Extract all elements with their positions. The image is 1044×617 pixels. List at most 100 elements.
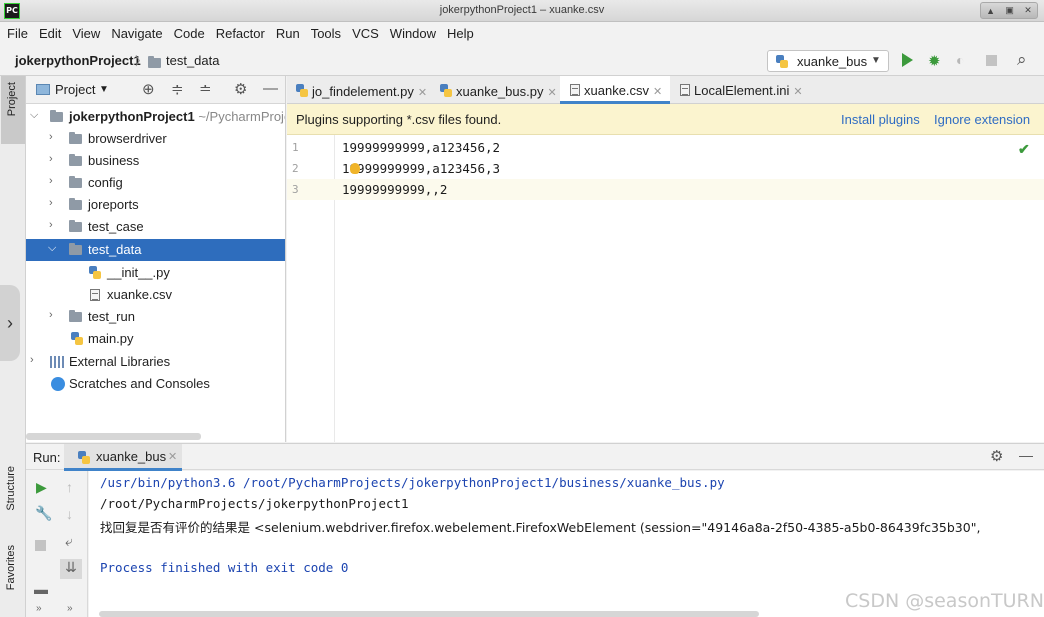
chevron-down-icon[interactable]: ⌵ — [48, 242, 56, 255]
search-icon[interactable]: ⌕ — [1017, 50, 1027, 70]
run-icon[interactable] — [902, 53, 913, 67]
tab-jo-findelement[interactable]: jo_findelement.py ✕ — [296, 76, 427, 104]
menu-window[interactable]: Window — [390, 26, 436, 41]
minimize-icon[interactable]: ▲ — [986, 6, 995, 16]
python-file-icon — [776, 55, 788, 68]
menu-refactor[interactable]: Refactor — [216, 26, 265, 41]
expand-all-icon[interactable]: ≑ — [171, 80, 184, 98]
menu-code[interactable]: Code — [174, 26, 205, 41]
code-line[interactable]: 19999999999,,2 — [342, 182, 447, 197]
tab-localelement-ini[interactable]: LocalElement.ini ✕ — [680, 76, 803, 104]
layout-icon[interactable]: ▬ — [34, 581, 48, 597]
gear-icon[interactable]: ⚙ — [990, 447, 1003, 465]
close-tab-icon[interactable]: ✕ — [418, 87, 427, 99]
tree-item-label: config — [88, 175, 123, 190]
coverage-icon[interactable]: ◐ — [956, 52, 964, 68]
soft-wrap-icon[interactable]: ⤶ — [65, 533, 73, 550]
locate-file-icon[interactable]: ⊕ — [142, 80, 155, 98]
tree-item-browserdriver[interactable]: › browserdriver — [26, 128, 285, 150]
structure-tool-button[interactable]: Structure — [5, 466, 17, 511]
chevron-right-icon[interactable]: › — [49, 131, 53, 143]
tab-xuanke-bus[interactable]: xuanke_bus.py ✕ — [440, 76, 557, 104]
menu-help[interactable]: Help — [447, 26, 474, 41]
tree-item-path: ~/PycharmProject — [198, 109, 285, 124]
code-editor[interactable]: 1 2 3 19999999999,a123456,2 19999999999,… — [287, 135, 1044, 442]
menu-file[interactable]: File — [7, 26, 28, 41]
stop-icon[interactable] — [35, 540, 46, 551]
gear-icon[interactable]: ⚙ — [234, 80, 247, 98]
install-plugins-link[interactable]: Install plugins — [841, 112, 920, 127]
chevron-right-icon[interactable]: › — [49, 309, 53, 321]
more-chevron-icon[interactable]: » — [67, 603, 73, 614]
console-horizontal-scrollbar[interactable] — [99, 611, 759, 617]
menu-tools[interactable]: Tools — [311, 26, 341, 41]
scroll-down-icon[interactable]: ↓ — [66, 506, 73, 522]
tab-xuanke-csv[interactable]: xuanke.csv ✕ — [560, 76, 670, 104]
inspection-ok-check-icon[interactable]: ✔ — [1018, 141, 1030, 158]
stop-icon[interactable] — [986, 55, 997, 66]
chevron-right-icon[interactable]: › — [49, 219, 53, 231]
favorites-tool-button[interactable]: Favorites — [5, 545, 17, 590]
hide-panel-icon[interactable]: — — [263, 80, 278, 97]
console-line: Process finished with exit code 0 — [100, 560, 349, 575]
tree-item-root[interactable]: ⌵ jokerpythonProject1 ~/PycharmProject — [26, 106, 285, 128]
menu-view[interactable]: View — [72, 26, 100, 41]
tree-item-business[interactable]: › business — [26, 150, 285, 172]
maximize-icon[interactable]: ▣ — [1005, 5, 1014, 16]
tree-item-external-libraries[interactable]: › External Libraries — [26, 351, 285, 373]
project-tool-button[interactable]: Project — [1, 76, 25, 144]
close-tab-icon[interactable]: ✕ — [793, 86, 802, 98]
scroll-up-icon[interactable]: ↑ — [66, 479, 73, 495]
close-tab-icon[interactable]: ✕ — [168, 450, 177, 463]
breadcrumb-folder[interactable]: test_data — [166, 53, 220, 68]
plugin-notification-banner: Plugins supporting *.csv files found. In… — [287, 104, 1044, 135]
tree-item-main-py[interactable]: main.py — [26, 328, 285, 350]
menu-edit[interactable]: Edit — [39, 26, 61, 41]
tab-label: jo_findelement.py — [312, 84, 414, 99]
chevron-down-icon[interactable]: ▼ — [99, 84, 109, 95]
collapse-all-icon[interactable]: ≐ — [199, 80, 212, 98]
chevron-right-icon[interactable]: › — [49, 153, 53, 165]
folder-icon — [69, 154, 82, 166]
breadcrumb-project[interactable]: jokerpythonProject1 — [15, 53, 141, 68]
tree-item-xuanke-csv[interactable]: xuanke.csv — [26, 284, 285, 306]
hide-panel-icon[interactable]: — — [1019, 447, 1033, 463]
python-file-icon — [296, 84, 308, 97]
close-tab-icon[interactable]: ✕ — [547, 87, 556, 99]
code-line[interactable]: 19999999999,a123456,2 — [342, 140, 500, 155]
tree-item-scratches[interactable]: Scratches and Consoles — [26, 373, 285, 395]
debug-bug-icon[interactable]: ✹ — [928, 52, 941, 70]
console-line: /usr/bin/python3.6 /root/PycharmProjects… — [100, 475, 725, 490]
chevron-right-icon[interactable]: › — [49, 175, 53, 187]
tree-item-config[interactable]: › config — [26, 172, 285, 194]
lightbulb-icon[interactable] — [350, 163, 360, 174]
close-icon[interactable]: ✕ — [1024, 5, 1032, 16]
menu-run[interactable]: Run — [276, 26, 300, 41]
tree-item-test-data[interactable]: ⌵ test_data — [26, 239, 285, 261]
run-tab-xuanke-bus[interactable]: xuanke_bus ✕ — [64, 444, 182, 471]
tree-item-test-run[interactable]: › test_run — [26, 306, 285, 328]
project-panel-title[interactable]: Project — [55, 82, 95, 97]
more-chevron-icon[interactable]: » — [36, 603, 42, 614]
chevron-right-icon[interactable]: › — [30, 354, 34, 366]
breadcrumb-separator-icon: 〉 — [135, 54, 148, 68]
library-icon — [50, 356, 64, 368]
tree-item-joreports[interactable]: › joreports — [26, 194, 285, 216]
chevron-right-icon[interactable]: › — [49, 197, 53, 209]
csv-file-icon — [90, 289, 100, 301]
rerun-icon[interactable]: ▶ — [36, 479, 47, 496]
run-configuration-select[interactable]: xuanke_bus ▼ — [767, 50, 889, 72]
chevron-down-icon[interactable]: ⌵ — [30, 109, 38, 122]
project-horizontal-scrollbar[interactable] — [26, 433, 201, 440]
expand-sidebar-chevron-icon[interactable]: › — [0, 285, 20, 361]
ignore-extension-link[interactable]: Ignore extension — [934, 112, 1030, 127]
scroll-to-end-icon[interactable]: ⇊ — [60, 559, 82, 579]
close-tab-icon[interactable]: ✕ — [653, 86, 662, 98]
tree-item-test-case[interactable]: › test_case — [26, 216, 285, 238]
menu-vcs[interactable]: VCS — [352, 26, 379, 41]
code-line[interactable]: 19999999999,a123456,3 — [342, 161, 500, 176]
menu-navigate[interactable]: Navigate — [111, 26, 162, 41]
wrench-icon[interactable]: 🔧 — [35, 505, 52, 522]
folder-icon — [69, 198, 82, 210]
tree-item-init-py[interactable]: __init__.py — [26, 262, 285, 284]
